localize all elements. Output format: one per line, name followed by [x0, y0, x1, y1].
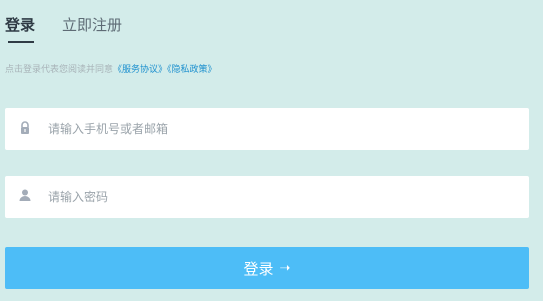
password-input[interactable]	[48, 176, 518, 218]
user-icon	[19, 188, 31, 204]
login-button-label: 登录	[243, 259, 274, 278]
active-tab-indicator	[8, 41, 34, 43]
privacy-policy-link[interactable]: 《隐私政策》	[167, 65, 217, 75]
tab-login[interactable]: 登录	[5, 14, 35, 36]
terms-of-service-link[interactable]: 《服务协议》	[113, 65, 167, 75]
login-button[interactable]: 登录 ➝	[5, 247, 529, 289]
lock-icon	[19, 120, 31, 136]
login-page: 登录 立即注册 点击登录代表您阅读并同意《服务协议》《隐私政策》 登录 ➝	[0, 0, 543, 301]
password-field[interactable]	[5, 176, 529, 218]
arrow-right-icon: ➝	[279, 260, 291, 276]
agreement-text: 点击登录代表您阅读并同意	[5, 65, 114, 75]
account-input[interactable]	[48, 108, 518, 150]
tab-register[interactable]: 立即注册	[62, 14, 122, 36]
account-field[interactable]	[5, 108, 529, 150]
agreement-notice: 点击登录代表您阅读并同意《服务协议》《隐私政策》	[5, 64, 217, 76]
